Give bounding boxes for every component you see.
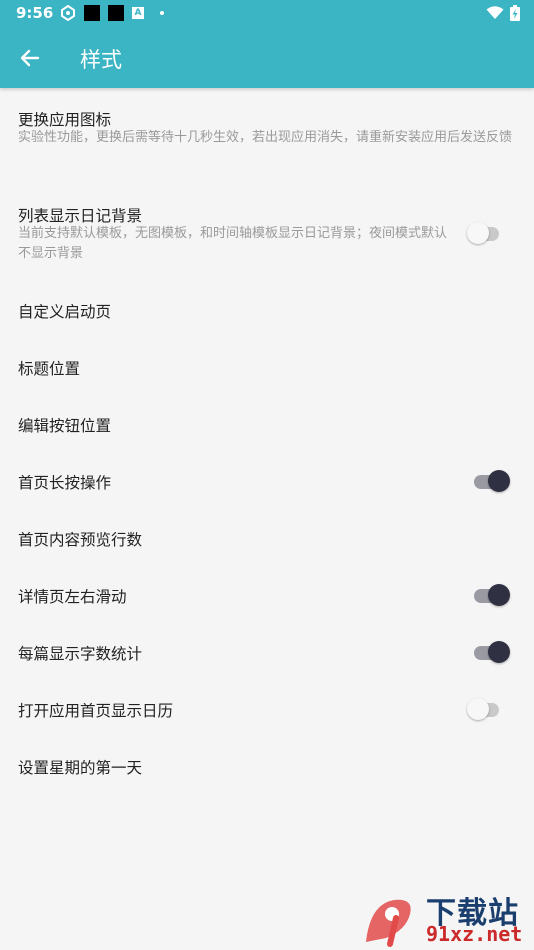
setting-title: 首页长按操作 <box>18 474 112 492</box>
setting-edit-button-position[interactable]: 编辑按钮位置 <box>0 404 534 461</box>
setting-detail-swipe[interactable]: 详情页左右滑动 <box>0 575 534 632</box>
page-title: 样式 <box>80 48 122 72</box>
setting-title: 更换应用图标 <box>18 111 112 129</box>
watermark-logo-icon <box>366 899 411 947</box>
setting-title: 详情页左右滑动 <box>18 588 127 606</box>
watermark: 下载站 91xz.net <box>360 888 530 948</box>
setting-title: 标题位置 <box>18 360 81 378</box>
sync-icon <box>61 5 75 21</box>
notification-square-icon <box>84 5 100 21</box>
app-bar: 样式 <box>0 28 534 88</box>
setting-title: 编辑按钮位置 <box>18 417 112 435</box>
watermark-url: 91xz.net <box>426 922 523 946</box>
setting-subtitle: 当前支持默认模板，无图模板，和时间轴模板显示日记背景；夜间模式默认不显示背景 <box>18 226 448 261</box>
arrow-back-icon <box>20 49 40 67</box>
setting-show-calendar[interactable]: 打开应用首页显示日历 <box>0 689 534 746</box>
more-notifications-dot-icon <box>160 11 164 15</box>
setting-title: 设置星期的第一天 <box>18 759 143 777</box>
home-long-press-switch[interactable] <box>472 469 512 493</box>
switch-thumb <box>488 470 510 492</box>
list-background-switch[interactable] <box>467 221 507 245</box>
wifi-icon <box>486 6 504 19</box>
switch-thumb <box>488 641 510 663</box>
setting-title: 每篇显示字数统计 <box>18 645 143 663</box>
switch-thumb <box>467 222 489 244</box>
setting-title-position[interactable]: 标题位置 <box>0 347 534 404</box>
setting-list-diary-background[interactable]: 列表显示日记背景 当前支持默认模板，无图模板，和时间轴模板显示日记背景；夜间模式… <box>0 190 534 290</box>
setting-title: 列表显示日记背景 <box>18 207 143 225</box>
switch-thumb <box>467 698 489 720</box>
show-calendar-switch[interactable] <box>467 697 507 721</box>
detail-swipe-switch[interactable] <box>472 583 512 607</box>
setting-title: 自定义启动页 <box>18 303 112 321</box>
setting-title: 打开应用首页显示日历 <box>18 702 174 720</box>
setting-word-count[interactable]: 每篇显示字数统计 <box>0 632 534 689</box>
back-button[interactable] <box>14 42 46 74</box>
status-bar: 9:56 A <box>0 0 534 28</box>
setting-change-app-icon[interactable]: 更换应用图标 实验性功能，更换后需等待十几秒生效，若出现应用消失，请重新安装应用… <box>0 90 534 190</box>
setting-custom-launch-page[interactable]: 自定义启动页 <box>0 290 534 347</box>
setting-first-day-of-week[interactable]: 设置星期的第一天 <box>0 746 534 803</box>
status-system-icons <box>486 5 520 21</box>
switch-thumb <box>488 584 510 606</box>
setting-home-long-press[interactable]: 首页长按操作 <box>0 461 534 518</box>
word-count-switch[interactable] <box>472 640 512 664</box>
battery-charging-icon <box>510 5 520 21</box>
status-notification-icons: A <box>60 5 164 21</box>
a-badge-icon: A <box>132 7 144 19</box>
setting-home-preview-lines[interactable]: 首页内容预览行数 <box>0 518 534 575</box>
settings-list: 更换应用图标 实验性功能，更换后需等待十几秒生效，若出现应用消失，请重新安装应用… <box>0 90 534 803</box>
notification-square-icon <box>108 5 124 21</box>
setting-subtitle: 实验性功能，更换后需等待十几秒生效，若出现应用消失，请重新安装应用后发送反馈 <box>18 130 513 145</box>
setting-title: 首页内容预览行数 <box>18 531 143 549</box>
status-time: 9:56 <box>16 4 54 22</box>
